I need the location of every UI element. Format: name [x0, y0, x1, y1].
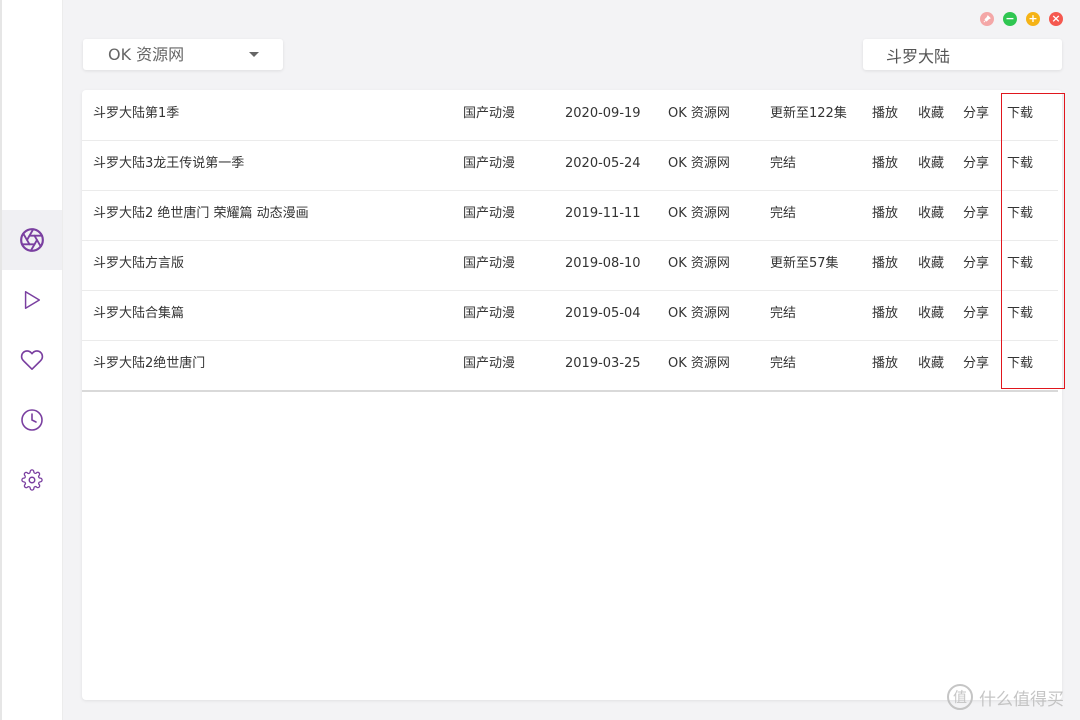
close-button[interactable]: ×: [1049, 12, 1063, 26]
play-link[interactable]: 播放: [872, 290, 898, 338]
pin-button[interactable]: [980, 12, 994, 26]
row-type: 国产动漫: [463, 356, 516, 371]
download-link[interactable]: 下载: [1007, 140, 1033, 188]
share-link[interactable]: 分享: [963, 240, 989, 288]
row-title: 斗罗大陆3龙王传说第一季: [93, 156, 245, 171]
play-link[interactable]: 播放: [872, 240, 898, 288]
row-status: 更新至57集: [770, 256, 839, 271]
share-link[interactable]: 分享: [963, 340, 989, 388]
row-date: 2020-09-19: [565, 106, 641, 121]
favorite-link[interactable]: 收藏: [918, 140, 944, 188]
watermark: 值 什么值得买: [947, 684, 1064, 710]
play-link[interactable]: 播放: [872, 90, 898, 138]
row-source: OK 资源网: [668, 356, 730, 371]
sidebar: [2, 0, 63, 720]
sidebar-item-settings[interactable]: [2, 450, 62, 510]
watermark-badge: 值: [947, 684, 973, 710]
row-date: 2019-11-11: [565, 206, 641, 221]
share-link[interactable]: 分享: [963, 190, 989, 238]
chevron-down-icon: [249, 52, 259, 57]
favorite-link[interactable]: 收藏: [918, 240, 944, 288]
table-row: 斗罗大陆方言版 国产动漫 2019-08-10 OK 资源网 更新至57集 播放…: [82, 240, 1058, 291]
row-status: 完结: [770, 206, 797, 221]
table-row: 斗罗大陆合集篇 国产动漫 2019-05-04 OK 资源网 完结 播放 收藏 …: [82, 290, 1058, 341]
row-date: 2019-08-10: [565, 256, 641, 271]
download-link[interactable]: 下载: [1007, 290, 1033, 338]
aperture-icon: [20, 228, 44, 252]
favorite-link[interactable]: 收藏: [918, 290, 944, 338]
download-link[interactable]: 下载: [1007, 340, 1033, 388]
sidebar-item-play[interactable]: [2, 270, 62, 330]
heart-icon: [20, 350, 44, 370]
play-icon: [24, 291, 41, 309]
play-link[interactable]: 播放: [872, 340, 898, 388]
row-source: OK 资源网: [668, 206, 730, 221]
table-row: 斗罗大陆2绝世唐门 国产动漫 2019-03-25 OK 资源网 完结 播放 收…: [82, 340, 1058, 392]
row-status: 完结: [770, 356, 797, 371]
clock-icon: [21, 409, 43, 431]
row-status: 完结: [770, 306, 797, 321]
row-date: 2019-05-04: [565, 306, 641, 321]
row-type: 国产动漫: [463, 156, 516, 171]
main-area: − + × OK 资源网 斗罗大陆第1季 国产动漫 2020-09-19 OK …: [63, 0, 1080, 720]
window-controls: − + ×: [980, 12, 1063, 26]
source-select-value: OK 资源网: [108, 45, 185, 64]
row-date: 2019-03-25: [565, 356, 641, 371]
play-link[interactable]: 播放: [872, 190, 898, 238]
gear-icon: [21, 469, 43, 491]
sidebar-item-explore[interactable]: [2, 210, 62, 270]
download-link[interactable]: 下载: [1007, 90, 1033, 138]
row-type: 国产动漫: [463, 306, 516, 321]
favorite-link[interactable]: 收藏: [918, 90, 944, 138]
share-link[interactable]: 分享: [963, 290, 989, 338]
sidebar-item-history[interactable]: [2, 390, 62, 450]
row-title: 斗罗大陆2 绝世唐门 荣耀篇 动态漫画: [93, 206, 309, 221]
row-source: OK 资源网: [668, 106, 730, 121]
row-status: 更新至122集: [770, 106, 847, 121]
row-type: 国产动漫: [463, 256, 516, 271]
sidebar-item-favorites[interactable]: [2, 330, 62, 390]
search-input[interactable]: [863, 39, 1062, 70]
pin-icon: [983, 15, 991, 23]
play-link[interactable]: 播放: [872, 140, 898, 188]
row-title: 斗罗大陆2绝世唐门: [93, 356, 206, 371]
table-row: 斗罗大陆第1季 国产动漫 2020-09-19 OK 资源网 更新至122集 播…: [82, 90, 1058, 141]
download-link[interactable]: 下载: [1007, 240, 1033, 288]
row-source: OK 资源网: [668, 306, 730, 321]
row-title: 斗罗大陆方言版: [93, 256, 185, 271]
download-link[interactable]: 下载: [1007, 190, 1033, 238]
favorite-link[interactable]: 收藏: [918, 340, 944, 388]
row-type: 国产动漫: [463, 106, 516, 121]
row-source: OK 资源网: [668, 256, 730, 271]
row-date: 2020-05-24: [565, 156, 641, 171]
share-link[interactable]: 分享: [963, 90, 989, 138]
row-type: 国产动漫: [463, 206, 516, 221]
table-row: 斗罗大陆3龙王传说第一季 国产动漫 2020-05-24 OK 资源网 完结 播…: [82, 140, 1058, 191]
row-source: OK 资源网: [668, 156, 730, 171]
row-title: 斗罗大陆第1季: [93, 106, 180, 121]
row-status: 完结: [770, 156, 797, 171]
share-link[interactable]: 分享: [963, 140, 989, 188]
favorite-link[interactable]: 收藏: [918, 190, 944, 238]
table-row: 斗罗大陆2 绝世唐门 荣耀篇 动态漫画 国产动漫 2019-11-11 OK 资…: [82, 190, 1058, 241]
watermark-text: 什么值得买: [979, 689, 1064, 710]
row-title: 斗罗大陆合集篇: [93, 306, 185, 321]
results-panel: 斗罗大陆第1季 国产动漫 2020-09-19 OK 资源网 更新至122集 播…: [82, 90, 1062, 700]
maximize-button[interactable]: +: [1026, 12, 1040, 26]
source-select[interactable]: OK 资源网: [83, 39, 283, 70]
minimize-button[interactable]: −: [1003, 12, 1017, 26]
